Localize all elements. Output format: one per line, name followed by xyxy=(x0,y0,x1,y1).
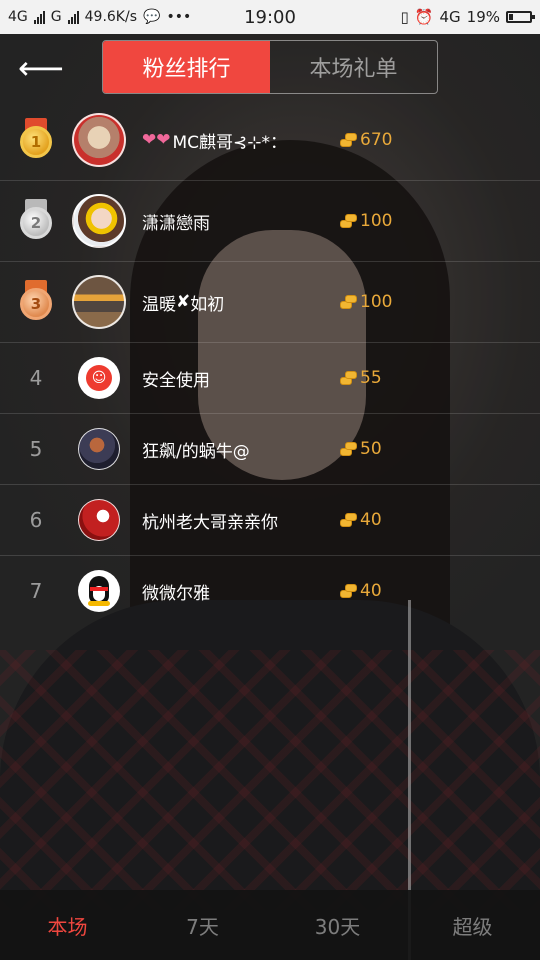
user-name: ❤❤ MC麒哥⊰⊹*： xyxy=(142,130,288,153)
coin-icon xyxy=(340,371,357,385)
avatar[interactable] xyxy=(72,275,126,329)
list-item[interactable]: 3 温暖 ✘ 如初 100 xyxy=(0,262,540,343)
avatar[interactable] xyxy=(78,570,120,612)
tab-gift-list[interactable]: 本场礼单 xyxy=(270,41,437,93)
avatar[interactable] xyxy=(78,499,120,541)
user-name: 温暖 ✘ 如初 xyxy=(142,292,225,315)
user-name: 微微尔雅 xyxy=(142,583,210,604)
score: 55 xyxy=(340,343,382,413)
list-item[interactable]: 6 杭州老大哥亲亲你 40 xyxy=(0,485,540,556)
bronze-medal-icon: 3 xyxy=(18,280,54,324)
header: ⟵ 粉丝排行 本场礼单 xyxy=(0,34,540,100)
rank-number: 4 xyxy=(29,366,43,390)
tab-super[interactable]: 超级 xyxy=(405,890,540,960)
gold-medal-icon: 1 xyxy=(18,118,54,162)
coin-icon xyxy=(340,295,357,309)
score: 100 xyxy=(340,262,392,342)
ranking-list: 1 ❤❤ MC麒哥⊰⊹*： 670 2 潇潇戀雨 100 3 温暖 ✘ 如初 100 … xyxy=(0,100,540,626)
list-item[interactable]: 7 微微尔雅 40 xyxy=(0,556,540,626)
tab-7-days[interactable]: 7天 xyxy=(135,890,270,960)
list-item[interactable]: 4 ☺ 安全使用 55 xyxy=(0,343,540,414)
silver-medal-icon: 2 xyxy=(18,199,54,243)
heart-icon: ❤❤ xyxy=(142,130,171,150)
segmented-tabs: 粉丝排行 本场礼单 xyxy=(102,40,438,94)
list-item[interactable]: 5 狂飙/的蜗牛@ 50 xyxy=(0,414,540,485)
score: 40 xyxy=(340,556,382,626)
clock: 19:00 xyxy=(244,6,296,28)
coin-icon xyxy=(340,214,357,228)
list-item[interactable]: 2 潇潇戀雨 100 xyxy=(0,181,540,262)
coin-icon xyxy=(340,133,357,147)
status-bar: 4G G 49.6K/s 💬 ••• 19:00 ▯ ⏰ 4G 19% xyxy=(0,0,540,34)
rank-number: 7 xyxy=(29,579,43,603)
avatar[interactable] xyxy=(72,113,126,167)
avatar[interactable] xyxy=(72,194,126,248)
rank-number: 6 xyxy=(29,508,43,532)
battery-icon xyxy=(506,11,535,23)
tab-30-days[interactable]: 30天 xyxy=(270,890,405,960)
score: 40 xyxy=(340,485,382,555)
user-name: 杭州老大哥亲亲你 xyxy=(142,512,278,533)
user-name: 安全使用 xyxy=(142,370,210,391)
score: 50 xyxy=(340,414,382,484)
coin-icon xyxy=(340,442,357,456)
user-name: 狂飙/的蜗牛@ xyxy=(142,441,250,462)
period-tab-bar: 本场 7天 30天 超级 xyxy=(0,890,540,960)
arrow-left-icon[interactable]: ⟵ xyxy=(18,48,64,88)
rank-number: 5 xyxy=(29,437,43,461)
score: 100 xyxy=(340,181,392,261)
tab-this-session[interactable]: 本场 xyxy=(0,890,135,960)
avatar[interactable]: ☺ xyxy=(78,357,120,399)
user-name: 潇潇戀雨 xyxy=(142,213,210,234)
penguin-icon xyxy=(86,576,112,606)
tab-fan-ranking[interactable]: 粉丝排行 xyxy=(103,41,270,93)
score: 670 xyxy=(340,100,392,180)
list-item[interactable]: 1 ❤❤ MC麒哥⊰⊹*： 670 xyxy=(0,100,540,181)
coin-icon xyxy=(340,584,357,598)
coin-icon xyxy=(340,513,357,527)
avatar[interactable] xyxy=(78,428,120,470)
